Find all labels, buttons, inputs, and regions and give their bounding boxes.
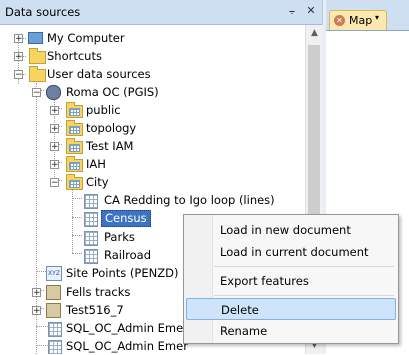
- panel-title: Data sources: [5, 5, 81, 19]
- pin-icon[interactable]: ⨪: [285, 4, 299, 18]
- menu-item-delete[interactable]: Delete: [186, 298, 396, 320]
- collapse-icon[interactable]: −: [32, 88, 41, 98]
- gps-file-icon: [46, 303, 61, 318]
- tree-label: topology: [86, 121, 137, 135]
- menu-item-label: Delete: [221, 303, 259, 317]
- tree-label-selected: Census: [101, 210, 151, 227]
- menu-item-label: Export features: [220, 274, 309, 288]
- xyz-points-icon: XYZ: [46, 266, 62, 281]
- tab-map[interactable]: ✕ Map ▾: [329, 10, 387, 31]
- gps-file-icon: [46, 285, 61, 300]
- menu-item-label: Load in new document: [220, 223, 351, 237]
- collapse-icon[interactable]: −: [14, 70, 23, 80]
- expand-icon[interactable]: +: [14, 52, 23, 62]
- tree-label: Roma OC (PGIS): [66, 85, 159, 99]
- menu-item-label: Rename: [220, 324, 268, 338]
- expand-icon[interactable]: +: [50, 124, 59, 134]
- close-icon[interactable]: ✕: [304, 4, 318, 18]
- expand-icon[interactable]: +: [50, 142, 59, 152]
- user-folder-icon: [29, 66, 46, 82]
- tree-label: IAH: [86, 157, 106, 171]
- expand-icon[interactable]: +: [50, 160, 59, 170]
- tab-label: Map: [349, 14, 373, 27]
- expand-icon[interactable]: +: [32, 288, 41, 298]
- data-sources-panel-header: Data sources ⨪ ✕: [0, 0, 322, 25]
- tree-label: My Computer: [47, 31, 125, 45]
- context-menu: Load in new document Load in current doc…: [183, 214, 399, 344]
- schema-folder-icon: [66, 120, 83, 136]
- tree-label: CA Redding to Igo loop (lines): [104, 193, 275, 207]
- tree-label: SQL_OC_Admin Emer: [66, 321, 188, 335]
- menu-item-export-features[interactable]: Export features: [186, 270, 396, 292]
- tree-label: Railroad: [104, 248, 152, 262]
- menu-item-load-new-document[interactable]: Load in new document: [186, 219, 396, 241]
- tree-label: Site Points (PENZD): [66, 266, 179, 280]
- tree-label: Fells tracks: [66, 285, 131, 299]
- tree-label: City: [86, 175, 109, 189]
- tree-label: SQL_OC_Admin Emer: [66, 339, 188, 353]
- expand-icon[interactable]: +: [32, 306, 41, 316]
- menu-separator: [214, 266, 394, 267]
- close-tab-icon[interactable]: ✕: [334, 15, 345, 26]
- menu-item-label: Load in current document: [220, 245, 369, 259]
- table-icon: [84, 212, 98, 227]
- tree-label: Test IAM: [86, 139, 134, 153]
- scroll-up-icon[interactable]: ▲: [306, 25, 323, 42]
- tree-label: User data sources: [47, 67, 151, 81]
- schema-folder-icon: [66, 174, 83, 190]
- tree-label: Shortcuts: [47, 49, 102, 63]
- tree-label: Test516_7: [66, 303, 124, 317]
- table-icon: [48, 322, 62, 337]
- shortcut-folder-icon: [29, 48, 46, 64]
- menu-separator: [214, 295, 394, 296]
- menu-item-load-current-document[interactable]: Load in current document: [186, 241, 396, 263]
- tree-label: Parks: [104, 230, 135, 244]
- schema-folder-icon: [66, 138, 83, 154]
- table-icon: [84, 194, 98, 209]
- table-icon: [48, 340, 62, 354]
- menu-item-rename[interactable]: Rename: [186, 320, 396, 342]
- collapse-icon[interactable]: −: [50, 178, 59, 188]
- table-icon: [84, 249, 98, 264]
- expand-icon[interactable]: +: [50, 106, 59, 116]
- table-icon: [84, 231, 98, 246]
- tab-dropdown-icon[interactable]: ▾: [375, 13, 379, 22]
- expand-icon[interactable]: +: [14, 34, 23, 44]
- database-icon: [46, 85, 61, 100]
- computer-icon: [28, 32, 43, 44]
- schema-folder-icon: [66, 102, 83, 118]
- schema-folder-icon: [66, 156, 83, 172]
- tree-label: public: [86, 103, 121, 117]
